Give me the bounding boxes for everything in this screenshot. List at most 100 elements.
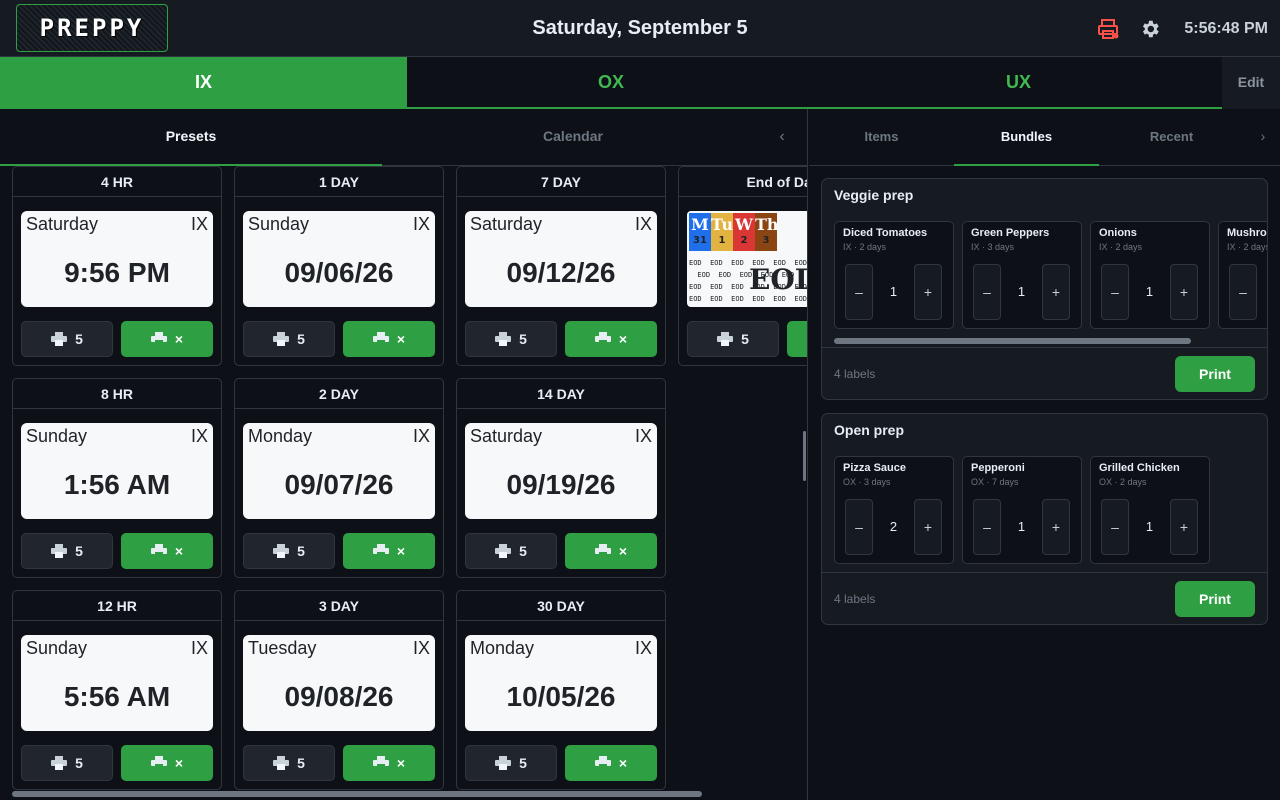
printer-icon (51, 756, 68, 770)
decrement-button[interactable]: – (845, 499, 873, 555)
tab-recent[interactable]: Recent (1099, 109, 1244, 166)
increment-button[interactable]: + (914, 499, 942, 555)
item-meta: OX · 2 days (1099, 477, 1147, 487)
decrement-button[interactable]: – (1101, 499, 1129, 555)
tab-ux[interactable]: UX (815, 57, 1222, 109)
printer-status-icon[interactable] (1097, 18, 1119, 40)
label-preview[interactable]: Saturday IX 9:56 PM (21, 211, 213, 307)
left-tabs-scroll-left[interactable]: ‹ (770, 109, 794, 166)
tab-items[interactable]: Items (809, 109, 954, 166)
quick-print-mark: × (396, 755, 406, 771)
item-meta: IX · 2 days (1227, 242, 1268, 252)
quick-print-button[interactable]: × (565, 533, 657, 569)
gear-icon[interactable] (1139, 18, 1161, 40)
eod-day-number: 31 (693, 235, 707, 246)
increment-button[interactable]: + (1170, 264, 1198, 320)
eod-label-preview[interactable]: M 31 Tu 1 W 2 Th 3 EOD EOD EOD EOD EOD EOD EOD … (687, 211, 807, 307)
label-preview[interactable]: Monday IX 09/07/26 (243, 423, 435, 519)
quick-print-button[interactable]: × (343, 533, 435, 569)
print-copies-button[interactable]: 5 (465, 533, 557, 569)
print-copies-button[interactable]: 5 (21, 321, 113, 357)
copies-count: 5 (297, 543, 305, 559)
printer-icon (495, 544, 512, 558)
label-day: Saturday (26, 214, 99, 234)
label-day: Tuesday (248, 638, 317, 658)
label-expiry: 5:56 AM (63, 681, 171, 712)
label-station: IX (412, 214, 430, 234)
printer-icon (273, 544, 290, 558)
vertical-scrollbar[interactable] (803, 431, 806, 481)
quick-print-button[interactable] (787, 321, 807, 357)
printer-icon (495, 756, 512, 770)
bundle-print-button[interactable]: Print (1175, 356, 1255, 392)
increment-button[interactable]: + (1042, 499, 1070, 555)
preset-title: 2 DAY (235, 379, 443, 409)
increment-button[interactable]: + (1170, 499, 1198, 555)
decrement-button[interactable]: – (973, 264, 1001, 320)
bundle-title: Open prep (834, 422, 905, 438)
copies-count: 5 (75, 543, 83, 559)
quick-print-button[interactable]: × (121, 533, 213, 569)
eod-day-number: 1 (718, 235, 726, 246)
printer-icon (150, 332, 167, 346)
print-copies-button[interactable]: 5 (465, 321, 557, 357)
print-copies-button[interactable]: 5 (21, 533, 113, 569)
label-station: IX (190, 214, 208, 234)
increment-button[interactable]: + (914, 264, 942, 320)
quick-print-button[interactable]: × (565, 745, 657, 781)
quick-print-button[interactable]: × (121, 745, 213, 781)
label-preview[interactable]: Sunday IX 09/06/26 (243, 211, 435, 307)
eod-day-label: Tu (711, 215, 734, 234)
quick-print-button[interactable]: × (343, 745, 435, 781)
quick-print-mark: × (618, 543, 628, 559)
logo[interactable]: PREPPY (16, 4, 168, 52)
decrement-button[interactable]: – (1229, 264, 1257, 320)
quick-print-button[interactable]: × (121, 321, 213, 357)
label-preview[interactable]: Sunday IX 1:56 AM (21, 423, 213, 519)
quick-print-button[interactable]: × (565, 321, 657, 357)
label-preview[interactable]: Saturday IX 09/19/26 (465, 423, 657, 519)
edit-tabs-button[interactable]: Edit (1222, 57, 1280, 109)
preset-title: 3 DAY (235, 591, 443, 621)
eod-day-label: M (691, 215, 709, 234)
bundle-items-scrollbar[interactable] (834, 337, 1264, 345)
printer-icon (51, 544, 68, 558)
bundle-print-button[interactable]: Print (1175, 581, 1255, 617)
quick-print-button[interactable]: × (343, 321, 435, 357)
increment-button[interactable]: + (1042, 264, 1070, 320)
right-tabs-scroll-right[interactable]: › (1251, 109, 1275, 166)
preset-card: 14 DAY Saturday IX 09/19/26 5 × (456, 378, 666, 578)
label-preview[interactable]: Sunday IX 5:56 AM (21, 635, 213, 731)
preset-card: 30 DAY Monday IX 10/05/26 5 × (456, 590, 666, 790)
label-preview[interactable]: Tuesday IX 09/08/26 (243, 635, 435, 731)
eod-day: Tu 1 (711, 213, 733, 251)
print-copies-button[interactable]: 5 (21, 745, 113, 781)
app: PREPPY Saturday, September 5 5:56:48 PM … (0, 0, 1280, 800)
decrement-button[interactable]: – (845, 264, 873, 320)
preset-title: 1 DAY (235, 167, 443, 197)
quantity-value: 1 (1017, 519, 1026, 534)
label-preview[interactable]: Monday IX 10/05/26 (465, 635, 657, 731)
print-copies-button[interactable]: 5 (243, 321, 335, 357)
bundle-label-count: 4 labels (834, 592, 876, 606)
print-copies-button[interactable]: 5 (465, 745, 557, 781)
print-copies-button[interactable]: 5 (687, 321, 779, 357)
decrement-button[interactable]: – (1101, 264, 1129, 320)
tab-calendar[interactable]: Calendar (382, 109, 764, 166)
horizontal-scrollbar[interactable] (12, 791, 702, 797)
scrollbar-thumb[interactable] (834, 338, 1191, 344)
decrement-button[interactable]: – (973, 499, 1001, 555)
eod-day: W2 (733, 213, 755, 251)
tab-bundles[interactable]: Bundles (954, 109, 1099, 166)
tab-presets[interactable]: Presets (0, 109, 382, 166)
bundle-item: Pizza Sauce OX · 3 days – 2 + (834, 456, 954, 564)
print-copies-button[interactable]: 5 (243, 745, 335, 781)
bundle-items: Diced Tomatoes IX · 2 days –1 + Green Pepper… (834, 221, 1268, 329)
printer-icon (594, 544, 611, 558)
copies-count: 5 (297, 331, 305, 347)
preset-title: 4 HR (13, 167, 221, 197)
label-preview[interactable]: Saturday IX 09/12/26 (465, 211, 657, 307)
tab-ox[interactable]: OX (407, 57, 815, 109)
tab-ix[interactable]: IX (0, 57, 407, 109)
print-copies-button[interactable]: 5 (243, 533, 335, 569)
